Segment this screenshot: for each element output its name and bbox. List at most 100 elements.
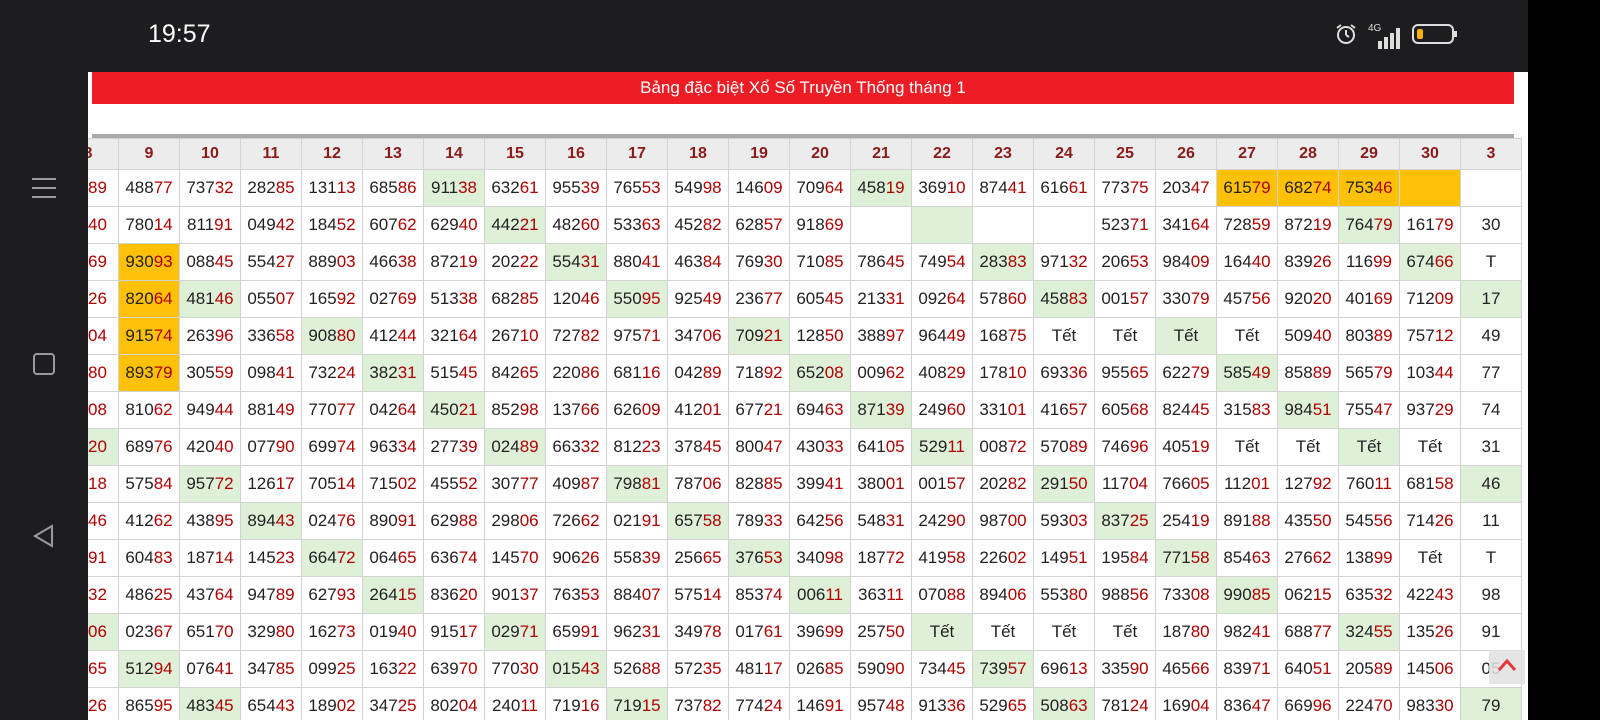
cell-last-two-digits: 46 — [88, 511, 107, 530]
result-cell: 906 26 — [546, 540, 607, 577]
result-cell: 256 65 — [668, 540, 729, 577]
cell-prefix-digits: 315 — [1223, 400, 1252, 419]
cell-prefix-digits: 906 — [552, 548, 581, 567]
result-cell: 254 19 — [1156, 503, 1217, 540]
cell-last-two-digits: 41 — [1251, 622, 1271, 641]
cell-last-two-digits: 41 — [641, 252, 661, 271]
result-cell: 733 08 — [1156, 577, 1217, 614]
result-cell: 755 47 — [1339, 392, 1400, 429]
result-cell: 605 45 — [790, 281, 851, 318]
cell-prefix-digits: 420 — [186, 437, 215, 456]
cell-last-two-digits: 26 — [88, 696, 107, 715]
cell-last-two-digits: 57 — [1007, 659, 1027, 678]
cell-last-two-digits: 93 — [336, 585, 356, 604]
result-cell: 947 89 — [241, 577, 302, 614]
result-cell: 0865 — [88, 651, 119, 688]
cell-prefix-digits: 224 — [1345, 696, 1374, 715]
result-cell: 641 05 — [851, 429, 912, 466]
result-cell: 329 80 — [241, 614, 302, 651]
result-cell: 674 66 — [1400, 244, 1461, 281]
cell-last-two-digits: 79 — [1434, 215, 1454, 234]
cell-last-two-digits: 43 — [275, 511, 295, 530]
result-cell: 529 65 — [973, 688, 1034, 720]
cell-prefix-digits: 189 — [308, 696, 337, 715]
result-cell: 488 77 — [119, 170, 180, 207]
result-cell: 112 01 — [1217, 466, 1278, 503]
result-cell: 283 83 — [973, 244, 1034, 281]
cell-last-two-digits: 70 — [214, 622, 234, 641]
column-header-day: 20 — [790, 138, 851, 170]
cell-prefix-digits: 871 — [857, 400, 886, 419]
cell-prefix-digits: 590 — [857, 659, 886, 678]
cell-prefix-digits: 984 — [1284, 400, 1313, 419]
results-table[interactable]: 8910111213141516171819202122232425262728… — [88, 138, 1528, 720]
cell-prefix-digits: 737 — [674, 696, 703, 715]
cell-last-two-digits: 01 — [1251, 474, 1271, 493]
cell-last-two-digits: 65 — [1007, 696, 1027, 715]
cell-prefix-digits: 513 — [430, 289, 459, 308]
scroll-to-top-button[interactable] — [1489, 650, 1525, 684]
result-cell: 305 59 — [180, 355, 241, 392]
result-cell: 168 75 — [973, 318, 1034, 355]
result-cell: 076 41 — [180, 651, 241, 688]
cell-last-two-digits: 45 — [702, 437, 722, 456]
cell-last-two-digits: 00 — [1007, 511, 1027, 530]
cell-last-two-digits: 16 — [641, 363, 661, 382]
result-cell: 915 17 — [424, 614, 485, 651]
cell-prefix-digits: 854 — [1223, 548, 1252, 567]
result-cell: 347 06 — [668, 318, 729, 355]
cell-text: Tết — [1173, 326, 1199, 345]
result-cell: 901 37 — [485, 577, 546, 614]
result-cell: 1089 — [88, 170, 119, 207]
result-cell: 971 32 — [1034, 244, 1095, 281]
square-icon[interactable] — [26, 346, 62, 382]
holiday-cell: Tết — [1217, 318, 1278, 355]
cell-last-two-digits: 55 — [1373, 622, 1393, 641]
cell-prefix-digits: 749 — [918, 252, 947, 271]
cell-prefix-digits: 363 — [857, 585, 887, 604]
cell-prefix-digits: 765 — [613, 178, 642, 197]
result-cell: 335 90 — [1095, 651, 1156, 688]
cell-prefix-digits: 019 — [369, 622, 398, 641]
cell-last-two-digits: 66 — [1434, 252, 1454, 271]
cell-last-two-digits: 40 — [1251, 252, 1271, 271]
result-cell: 699 74 — [302, 429, 363, 466]
cell-prefix-digits: 800 — [735, 437, 764, 456]
cell-prefix-digits: 382 — [369, 363, 398, 382]
cell-prefix-digits: 131 — [308, 178, 337, 197]
hamburger-icon[interactable] — [26, 170, 62, 206]
cell-last-two-digits: 96 — [1129, 437, 1149, 456]
column-header-day: 10 — [180, 138, 241, 170]
cell-last-two-digits: 75 — [1007, 326, 1027, 345]
result-cell: 455 52 — [424, 466, 485, 503]
cell-prefix-digits: 930 — [125, 252, 154, 271]
result-cell: 202 82 — [973, 466, 1034, 503]
result-cell: 315 83 — [1217, 392, 1278, 429]
cell-last-two-digits: 11 — [825, 585, 844, 604]
cell-prefix-digits: 145 — [491, 548, 520, 567]
cell-last-two-digits: 02 — [397, 474, 417, 493]
result-cell: 146 09 — [729, 170, 790, 207]
result-cell: 884 07 — [607, 577, 668, 614]
result-cell: 837 25 — [1095, 503, 1156, 540]
result-cell: 872 19 — [424, 244, 485, 281]
triangle-back-icon[interactable] — [26, 518, 62, 554]
web-content[interactable]: Bảng đặc biệt Xổ Số Truyền Thống tháng 1… — [88, 72, 1528, 720]
cell-last-two-digits: 41 — [214, 659, 234, 678]
cell-last-two-digits: 53 — [580, 585, 600, 604]
result-cell: 416 57 — [1034, 392, 1095, 429]
cell-prefix-digits: 911 — [430, 178, 459, 197]
result-cell: 852 98 — [485, 392, 546, 429]
cell-prefix-digits: 802 — [430, 696, 459, 715]
cell-prefix-digits: 773 — [1101, 178, 1130, 197]
cell-prefix-digits: 277 — [430, 437, 459, 456]
cell-last-two-digits: 65 — [397, 548, 417, 567]
cell-prefix-digits: 378 — [674, 437, 703, 456]
result-cell: 578 60 — [973, 281, 1034, 318]
cell-prefix-digits: 064 — [369, 548, 398, 567]
cell-last-two-digits: 20 — [458, 585, 478, 604]
cell-last-two-digits: 64 — [946, 289, 966, 308]
result-cell: 865 95 — [119, 688, 180, 720]
result-cell: 728 59 — [1217, 207, 1278, 244]
cell-last-two-digits: 99 — [824, 622, 844, 641]
